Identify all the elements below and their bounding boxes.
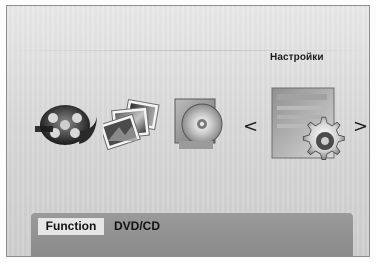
screen: Настройки < > Function DVD/CD xyxy=(0,0,376,262)
selected-item-label: Настройки xyxy=(270,52,324,63)
photos-icon[interactable] xyxy=(99,97,167,151)
film-reel-icon[interactable] xyxy=(35,96,101,150)
scroll-left-arrow[interactable]: < xyxy=(243,118,258,136)
music-cd-icon[interactable] xyxy=(172,97,230,153)
function-button[interactable]: Function xyxy=(38,218,104,235)
scroll-right-arrow[interactable]: > xyxy=(353,118,368,136)
current-source-label: DVD/CD xyxy=(114,219,161,233)
settings-gear-icon[interactable] xyxy=(270,86,352,172)
panel-divider xyxy=(7,50,369,51)
